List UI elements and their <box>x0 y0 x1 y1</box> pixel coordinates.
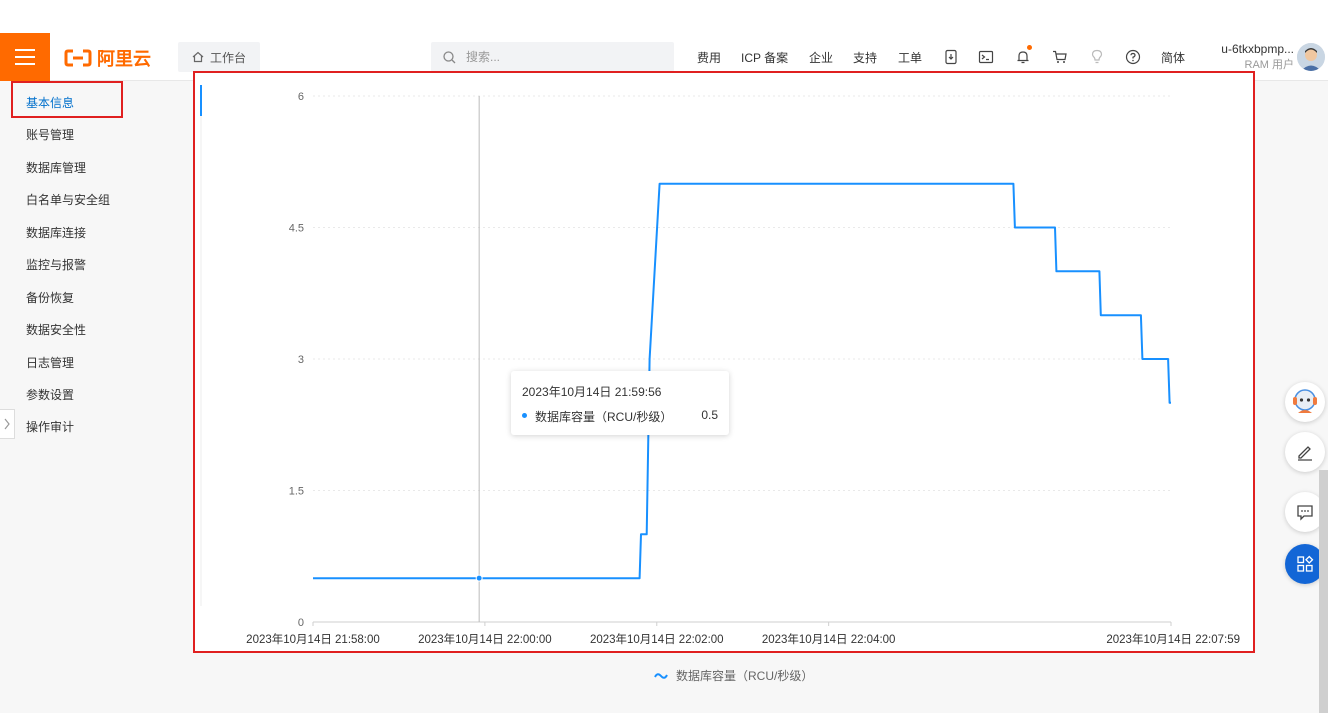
sidebar-item-backup[interactable]: 备份恢复 <box>26 289 74 306</box>
sidebar-item-account[interactable]: 账号管理 <box>26 126 74 143</box>
sidebar-item-database[interactable]: 数据库管理 <box>26 159 86 176</box>
cart-icon[interactable] <box>1051 48 1069 66</box>
sidebar-item-connection[interactable]: 数据库连接 <box>26 224 86 241</box>
series-dot-icon <box>522 413 527 418</box>
sidebar-item-security[interactable]: 数据安全性 <box>26 321 86 338</box>
home-icon <box>192 51 204 63</box>
avatar[interactable] <box>1297 43 1325 71</box>
sidebar-item-parameters[interactable]: 参数设置 <box>26 386 74 403</box>
sidebar: 基本信息 账号管理 数据库管理 白名单与安全组 数据库连接 监控与报警 备份恢复… <box>0 81 190 713</box>
page-scrollbar[interactable] <box>1319 470 1328 713</box>
legend-label: 数据库容量（RCU/秒级） <box>676 669 814 683</box>
search-input[interactable] <box>464 49 648 65</box>
app-download-icon[interactable] <box>942 48 960 66</box>
sidebar-item-whitelist[interactable]: 白名单与安全组 <box>26 191 110 208</box>
sidebar-item-logs[interactable]: 日志管理 <box>26 354 74 371</box>
workbench-label: 工作台 <box>209 50 246 65</box>
user-role: RAM 用户 <box>1244 59 1295 71</box>
sidebar-item-audit[interactable]: 操作审计 <box>26 418 74 435</box>
menu-bar-icon <box>15 63 35 65</box>
search-icon <box>443 50 456 63</box>
search-box[interactable] <box>431 42 674 72</box>
browser-top-strip <box>0 0 1328 33</box>
hamburger-menu-button[interactable] <box>0 33 50 81</box>
logo-text: 阿里云 <box>97 49 151 69</box>
apps-grid-icon <box>1297 555 1314 572</box>
sidebar-collapse-button[interactable] <box>0 409 15 439</box>
aliyun-logo-icon <box>64 49 92 67</box>
aliyun-logo[interactable]: 阿里云 <box>64 46 151 70</box>
help-icon[interactable] <box>1124 48 1142 66</box>
user-info[interactable]: u-6tkxbpmp... RAM 用户 <box>1198 41 1294 73</box>
pencil-icon <box>1298 446 1312 461</box>
menu-bar-icon <box>15 49 35 51</box>
terminal-icon[interactable] <box>977 48 995 66</box>
menu-bar-icon <box>15 56 35 58</box>
chevron-right-icon <box>4 418 10 430</box>
user-name: u-6tkxbpmp... <box>1221 42 1294 56</box>
line-series-icon <box>654 672 668 679</box>
sidebar-item-monitoring[interactable]: 监控与报警 <box>26 256 86 273</box>
assistant-robot-button[interactable] <box>1285 382 1325 422</box>
chart-legend[interactable]: 数据库容量（RCU/秒级） <box>654 667 813 684</box>
tooltip-value: 0.5 <box>701 408 718 422</box>
bell-icon[interactable] <box>1014 45 1032 66</box>
chart-panel <box>194 72 1254 652</box>
robot-icon <box>1293 389 1317 413</box>
chat-icon <box>1297 505 1313 521</box>
lightbulb-icon[interactable] <box>1088 48 1106 66</box>
notification-dot <box>1027 45 1032 50</box>
chart-tooltip: 2023年10月14日 21:59:56 数据库容量（RCU/秒级） 0.5 <box>511 371 729 435</box>
edit-feedback-button[interactable] <box>1285 432 1325 472</box>
tooltip-time: 2023年10月14日 21:59:56 <box>522 385 662 399</box>
workbench-button[interactable]: 工作台 <box>178 42 260 72</box>
sidebar-item-basic-info[interactable]: 基本信息 <box>26 94 74 111</box>
tooltip-series-name: 数据库容量（RCU/秒级） <box>535 410 673 424</box>
